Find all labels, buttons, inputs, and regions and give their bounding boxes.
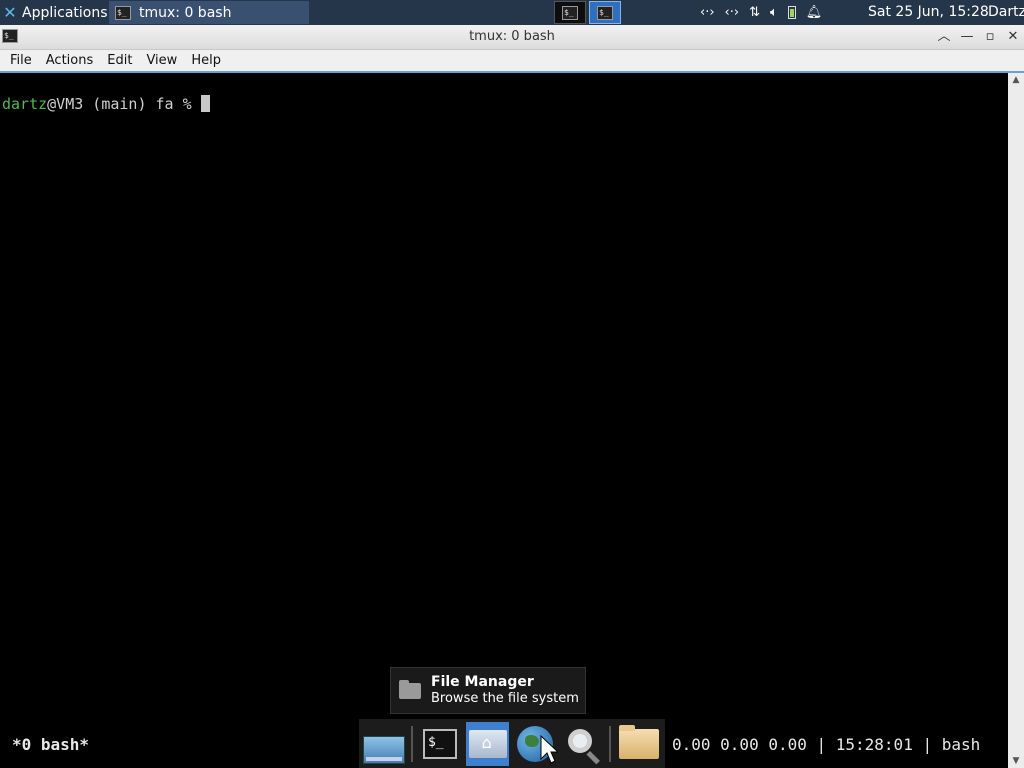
taskbar-window-button[interactable]: $_ tmux: 0 bash [109, 1, 309, 24]
dock-app-finder[interactable] [562, 722, 605, 766]
network-icon[interactable]: ‹·› [725, 5, 740, 20]
magnifier-icon [568, 728, 593, 753]
home-folder-icon [468, 729, 507, 758]
folder-icon [618, 724, 659, 759]
system-tray: ‹·› ‹·› ⇅ 🔈︎ 🔔︎ [700, 0, 822, 25]
menu-actions[interactable]: Actions [36, 53, 102, 68]
dock-terminal[interactable]: $_ [419, 722, 462, 766]
scroll-up-icon[interactable]: ▲ [1008, 73, 1024, 87]
clock[interactable]: Sat 25 Jun, 15:28 [868, 0, 989, 25]
text-cursor [200, 95, 210, 112]
tmux-status-right: 0.00 0.00 0.00 | 15:28:01 | bash [672, 735, 981, 754]
menu-help[interactable]: Help [181, 53, 229, 68]
window-title: tmux: 0 bash [469, 29, 555, 44]
file-manager-tooltip: File Manager Browse the file system [390, 667, 586, 714]
maximize-button[interactable]: ▫ [980, 25, 1000, 49]
volume-icon[interactable]: 🔈︎ [770, 5, 778, 20]
applications-menu[interactable]: ✕ Applications ≡ [0, 0, 120, 25]
taskbar-window-title: tmux: 0 bash [139, 4, 232, 21]
mouse-pointer-icon [540, 735, 558, 764]
terminal-area[interactable]: dartz@VM3 (main) fa % [0, 73, 1008, 768]
terminal-icon: $_ [562, 5, 578, 20]
terminal-icon: $_ [422, 728, 457, 759]
close-button[interactable]: ✕ [1003, 25, 1023, 49]
menu-view[interactable]: View [136, 53, 185, 68]
transfer-icon[interactable]: ⇅ [749, 5, 760, 20]
dock-file-manager[interactable] [466, 721, 509, 766]
tooltip-description: Browse the file system [431, 691, 579, 706]
prompt-user: dartz [2, 95, 48, 113]
top-panel: ✕ Applications ≡ $_ tmux: 0 bash $_ $_ ‹… [0, 0, 1024, 25]
window-titlebar[interactable]: $_ tmux: 0 bash ︿ — ▫ ✕ [0, 25, 1024, 50]
menu-bar: File Actions Edit View Help [0, 50, 1024, 73]
tooltip-title: File Manager [431, 674, 534, 690]
terminal-icon: $_ [597, 5, 613, 20]
dock-folder[interactable] [617, 722, 660, 766]
workspace-1-button[interactable]: $_ [554, 1, 586, 24]
dock-separator [410, 725, 413, 762]
prompt-host-path: @VM3 (main) fa % [47, 95, 201, 113]
applications-label: Applications [22, 4, 108, 21]
shell-prompt: dartz@VM3 (main) fa % [2, 95, 210, 113]
folder-icon [399, 680, 421, 699]
desktop-icon [363, 735, 406, 764]
xfce-x-icon: ✕ [3, 3, 17, 22]
chevron-up-icon[interactable]: ︿ [934, 25, 954, 49]
terminal-icon: $_ [115, 5, 131, 20]
scroll-down-icon[interactable]: ▼ [1008, 754, 1024, 768]
dock-separator [609, 725, 612, 762]
network-icon[interactable]: ‹·› [700, 5, 715, 20]
tmux-window-list: *0 bash* [12, 735, 90, 754]
menu-file[interactable]: File [0, 53, 40, 68]
minimize-button[interactable]: — [957, 25, 977, 49]
menu-edit[interactable]: Edit [97, 53, 140, 68]
dock: $_ [359, 719, 665, 768]
user-menu[interactable]: Dartz [988, 0, 1024, 25]
dock-show-desktop[interactable] [363, 722, 406, 766]
terminal-window: $_ tmux: 0 bash ︿ — ▫ ✕ File Actions Edi… [0, 25, 1024, 768]
vertical-scrollbar[interactable]: ▲ ▼ [1008, 73, 1024, 768]
bell-icon[interactable]: 🔔︎ [806, 5, 823, 20]
battery-icon[interactable] [787, 6, 796, 19]
workspace-2-button[interactable]: $_ [589, 1, 621, 24]
